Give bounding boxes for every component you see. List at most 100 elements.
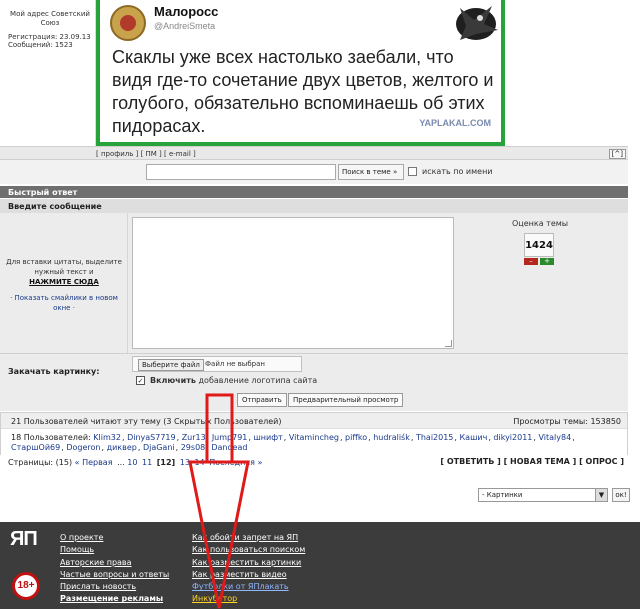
reader-user-link[interactable]: Klim32 [93, 433, 121, 442]
profile-bar: [ профиль ] [ ПМ ] [ e-mail ] [^] [0, 146, 628, 160]
footer-link[interactable]: Помощь [60, 544, 169, 556]
quote-hint: Для вставки цитаты, выделите нужный текс… [6, 257, 122, 287]
pager-count: (15) [55, 458, 73, 467]
watermark: YAPLAKAL.COM [419, 118, 491, 128]
show-smiles-link[interactable]: Показать смайлики в новом окне [15, 294, 118, 312]
footer-link[interactable]: Размещение рекламы [60, 593, 169, 605]
rating-value: 1424 [524, 233, 554, 257]
search-button[interactable]: Поиск в теме » [338, 164, 404, 180]
search-input[interactable] [146, 164, 336, 180]
quote-action-link[interactable]: НАЖМИТЕ СЮДА [29, 278, 99, 286]
footer-link[interactable]: Как разместить видео [192, 569, 305, 581]
preview-button[interactable]: Предварительный просмотр [288, 393, 404, 407]
choose-file-button[interactable]: Выберите файл [138, 359, 204, 371]
rating-title: Оценка темы [512, 219, 569, 228]
pager-last[interactable]: Последняя » [209, 458, 262, 467]
search-by-name-checkbox[interactable] [408, 167, 417, 176]
pager-label: Страницы: [8, 458, 54, 467]
pager-dots: ... [117, 458, 125, 467]
send-button[interactable]: Отправить [237, 393, 287, 407]
page-link[interactable]: 13 [180, 458, 190, 467]
reader-user-link[interactable]: hudraliśk [373, 433, 410, 442]
footer-link[interactable]: Инкубатор [192, 593, 305, 605]
readers-users: 18 Пользователей: Klim32, DinyaS7719, Zu… [11, 433, 621, 453]
page-link[interactable]: 14 [194, 458, 204, 467]
footer-links-col2: Как обойти запрет на ЯП Как пользоваться … [192, 532, 305, 606]
reader-user-link[interactable]: Vitaly84 [538, 433, 571, 442]
chevron-down-icon[interactable]: ▼ [595, 489, 607, 501]
logo-checkbox[interactable]: ✓ [136, 376, 145, 385]
reader-user-link[interactable]: Jump791 [212, 433, 248, 442]
scroll-up-button[interactable]: [^] [608, 149, 626, 159]
user-list: Klim32, DinyaS7719, Zur13, Jump791, шниф… [11, 433, 575, 452]
smiles-link-wrap: · Показать смайлики в новом окне · [10, 294, 118, 312]
file-input: Выберите файл Файл не выбран [132, 356, 302, 372]
user-posts: Сообщений: 1523 [8, 41, 73, 49]
send-row: Отправить Предварительный просмотр [0, 389, 628, 411]
footer-link[interactable]: Как разместить картинки [192, 557, 305, 569]
tweet-name: Малоросс [154, 4, 219, 19]
readers-users-prefix: 18 Пользователей: [11, 433, 91, 442]
user-country: Мой адрес Советский Союз [10, 10, 90, 27]
reader-user-link[interactable]: СтаршОй69 [11, 443, 60, 452]
reader-user-link[interactable]: диквер [107, 443, 137, 452]
rating-minus-button[interactable]: – [524, 258, 538, 265]
tweet-image: Малоросс @AndreiSmeta Скаклы уже всех на… [96, 0, 505, 146]
forum-ok-button[interactable]: ок! [612, 488, 630, 502]
tweet-handle: @AndreiSmeta [154, 21, 216, 31]
topic-views: Просмотры темы: 153850 [513, 417, 621, 426]
footer-link[interactable]: Авторские права [60, 557, 169, 569]
footer-link[interactable]: Как пользоваться поиском [192, 544, 305, 556]
forum-select-value: - Картинки [482, 491, 523, 499]
quick-reply-title: Быстрый ответ [0, 186, 628, 198]
profile-links[interactable]: [ профиль ] [ ПМ ] [ e-mail ] [96, 150, 196, 158]
logo-label-strong: Включить [150, 376, 196, 385]
readers-count: 21 Пользователей читают эту тему (3 Скры… [11, 417, 282, 426]
reader-user-link[interactable]: DjaGani [143, 443, 175, 452]
footer-link[interactable]: Как обойти запрет на ЯП [192, 532, 305, 544]
file-status: Файл не выбран [205, 360, 265, 368]
pager-first[interactable]: « Первая [75, 458, 113, 467]
pager-row: Страницы: (15) « Первая ... 10 11 [12] 1… [0, 455, 628, 469]
reader-user-link[interactable]: Dandead [211, 443, 247, 452]
footer-link[interactable]: Футболки от ЯПлакать [192, 581, 305, 593]
reader-user-link[interactable]: Dogeron [66, 443, 100, 452]
quick-reply-subtitle: Введите сообщение [0, 199, 628, 213]
footer-link[interactable]: Частые вопросы и ответы [60, 569, 169, 581]
forum-select[interactable]: - Картинки ▼ [478, 488, 608, 502]
readers-panel: 21 Пользователей читают эту тему (3 Скры… [0, 412, 628, 458]
logo-label: Включить добавление логотипа сайта [150, 376, 317, 385]
footer-link[interactable]: Прислать новость [60, 581, 169, 593]
logo-label-rest: добавление логотипа сайта [198, 376, 318, 385]
reader-user-link[interactable]: DinyaS7719 [127, 433, 176, 442]
rating-plus-button[interactable]: + [540, 258, 554, 265]
reader-user-link[interactable]: 29s08 [181, 443, 206, 452]
eagle-icon [456, 6, 498, 40]
reader-user-link[interactable]: Thai2015 [416, 433, 453, 442]
site-logo[interactable]: ЯП [10, 528, 48, 552]
page-link[interactable]: [12] [157, 458, 175, 467]
footer-link[interactable]: О проекте [60, 532, 169, 544]
page-link[interactable]: 10 [127, 458, 137, 467]
reader-user-link[interactable]: Кашич [460, 433, 488, 442]
upload-row: Закачать картинку: Выберите файл Файл не… [0, 353, 628, 389]
page-list: 10 11 [12] 13 14 [127, 458, 209, 467]
search-row: Поиск в теме » искать по имени [0, 160, 628, 184]
reader-user-link[interactable]: шнифт [253, 433, 282, 442]
pager: Страницы: (15) « Первая ... 10 11 [12] 1… [8, 458, 264, 467]
search-by-name-label: искать по имени [422, 167, 493, 176]
reader-user-link[interactable]: Zur13 [182, 433, 206, 442]
topic-actions[interactable]: [ ОТВЕТИТЬ ] [ НОВАЯ ТЕМА ] [ ОПРОС ] [440, 457, 624, 466]
footer: ЯП 18+ О проекте Помощь Авторские права Час… [0, 522, 640, 609]
page-link[interactable]: 11 [142, 458, 152, 467]
quick-reply-body: Для вставки цитаты, выделите нужный текс… [0, 213, 628, 353]
reader-user-link[interactable]: piffko [345, 433, 367, 442]
age-rating-badge: 18+ [12, 572, 40, 600]
reader-user-link[interactable]: Vitamincheg [289, 433, 339, 442]
tweet-avatar [110, 5, 146, 41]
quote-hint-text: Для вставки цитаты, выделите нужный текс… [6, 258, 122, 276]
message-textarea[interactable] [132, 217, 454, 349]
reader-user-link[interactable]: dikyi2011 [493, 433, 532, 442]
upload-label: Закачать картинку: [8, 367, 100, 376]
user-info: Мой адрес Советский Союз Регистрация: 23… [6, 0, 96, 146]
